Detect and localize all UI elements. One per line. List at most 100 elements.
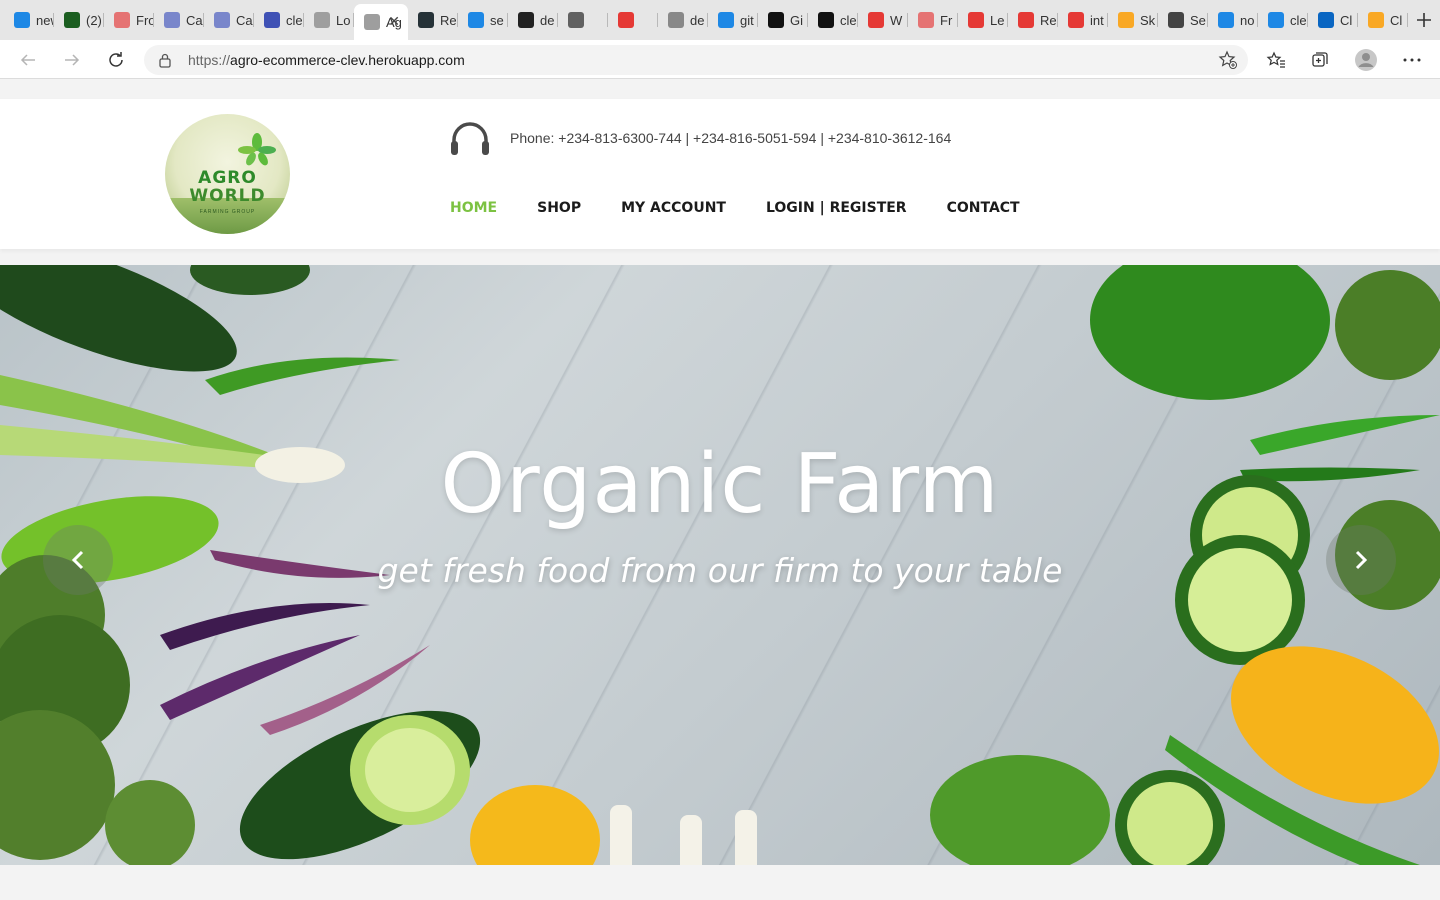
chat-icon	[568, 12, 584, 28]
tab-title: W	[890, 12, 903, 28]
browser-tab[interactable]	[558, 4, 608, 36]
browser-tab[interactable]: Ca	[204, 4, 254, 36]
hero-title: Organic Farm	[440, 437, 1000, 532]
browser-tab[interactable]: se	[458, 4, 508, 36]
collections-button[interactable]	[1307, 47, 1333, 73]
url-host: agro-ecommerce-clev.herokuapp.com	[230, 52, 465, 68]
nav-contact[interactable]: CONTACT	[947, 200, 1020, 216]
github-icon	[818, 12, 834, 28]
page-icon	[314, 12, 330, 28]
refresh-icon	[109, 52, 123, 67]
browser-tab[interactable]: Fr	[908, 4, 958, 36]
docs-icon	[264, 12, 280, 28]
page-icon	[364, 14, 380, 30]
add-favorite-icon[interactable]	[1218, 50, 1238, 70]
agro-world-logo[interactable]: AGRO WORLD FARMING GROUP	[165, 114, 290, 234]
arrow-left-icon	[20, 54, 35, 66]
browser-tab[interactable]	[608, 4, 658, 36]
browser-tab[interactable]: W	[858, 4, 908, 36]
favorites-list-icon	[1266, 51, 1285, 68]
browser-tab[interactable]: Cl	[1358, 4, 1408, 36]
tab-title: (2)	[86, 12, 102, 28]
arrow-right-icon	[65, 54, 80, 66]
bing-icon	[718, 12, 734, 28]
nav-home[interactable]: HOME	[450, 200, 497, 216]
phone-numbers: Phone: +234-813-6300-744 | +234-816-5051…	[510, 130, 952, 146]
plus-icon	[1417, 13, 1431, 27]
close-tab-icon[interactable]: ✕	[388, 13, 400, 30]
youtube-icon	[1018, 12, 1034, 28]
browser-tab[interactable]: Se	[1158, 4, 1208, 36]
bing-icon	[14, 12, 30, 28]
browser-tab[interactable]: Lo	[304, 4, 354, 36]
bing-icon	[1268, 12, 1284, 28]
browser-tab[interactable]: (2)	[54, 4, 104, 36]
browser-tab[interactable]: git	[708, 4, 758, 36]
devto-icon	[518, 12, 534, 28]
youtube-icon	[1068, 12, 1084, 28]
browser-tab[interactable]: Re	[1008, 4, 1058, 36]
leaf-icon	[238, 133, 276, 166]
tab-title: int	[1090, 12, 1104, 28]
gmail-icon	[114, 12, 130, 28]
nav-shop[interactable]: SHOP	[537, 200, 581, 216]
browser-tab-strip: new (2) Fro Ca Ca cle LoAg✕ Re se de de git Gi cle W Fr…	[0, 0, 1440, 40]
browser-tab[interactable]: new	[4, 4, 54, 36]
browser-tab[interactable]: no	[1208, 4, 1258, 36]
back-button[interactable]	[15, 47, 41, 73]
favorites-button[interactable]	[1263, 47, 1289, 73]
nav-login-register[interactable]: LOGIN | REGISTER	[766, 200, 907, 216]
browser-tab[interactable]: cle	[808, 4, 858, 36]
slider-prev-button[interactable]	[43, 525, 113, 595]
tab-title: se	[490, 12, 504, 28]
browser-tab[interactable]: cle	[1258, 4, 1308, 36]
logo-tagline: FARMING GROUP	[199, 209, 256, 215]
browser-tab[interactable]: Cl	[1308, 4, 1358, 36]
browser-tab[interactable]: Ag ✕	[354, 4, 408, 40]
browser-tab[interactable]: Ca	[154, 4, 204, 36]
chart-icon	[1368, 12, 1384, 28]
browser-tab[interactable]: de	[658, 4, 708, 36]
tab-title: Fr	[940, 12, 953, 28]
hero-subtitle: get fresh food from our firm to your tab…	[377, 551, 1063, 590]
logo-text-world: WORLD	[189, 186, 266, 206]
tab-title: de	[540, 12, 555, 28]
profile-button[interactable]	[1353, 47, 1379, 73]
react-icon	[418, 12, 434, 28]
tab-title: Lo	[336, 12, 351, 28]
url-protocol: https://	[188, 52, 231, 68]
settings-menu-button[interactable]	[1399, 47, 1425, 73]
browser-tab[interactable]: Fro	[104, 4, 154, 36]
notion-n-icon	[64, 12, 80, 28]
more-dots-icon	[1403, 58, 1421, 62]
browser-tab[interactable]: Re	[408, 4, 458, 36]
gmail-icon	[918, 12, 934, 28]
new-tab-button[interactable]	[1408, 4, 1440, 36]
slider-next-button[interactable]	[1326, 525, 1396, 595]
docs-icon	[164, 12, 180, 28]
reload-button[interactable]	[103, 47, 129, 73]
browser-tab[interactable]: Gi	[758, 4, 808, 36]
tab-title: Cl	[1340, 12, 1353, 28]
browser-tab[interactable]: Sk	[1108, 4, 1158, 36]
linkedin-icon	[1318, 12, 1334, 28]
browser-tab[interactable]: cle	[254, 4, 304, 36]
tab-title: cle	[1290, 12, 1307, 28]
forward-button[interactable]	[59, 47, 85, 73]
lock-icon[interactable]	[158, 52, 172, 68]
browser-tab[interactable]: int	[1058, 4, 1108, 36]
tab-title: Ca	[236, 12, 253, 28]
address-bar[interactable]: https://agro-ecommerce-clev.herokuapp.co…	[144, 45, 1248, 75]
browser-tab[interactable]: de	[508, 4, 558, 36]
nav-my-account[interactable]: MY ACCOUNT	[621, 200, 726, 216]
gear-icon	[1168, 12, 1184, 28]
tab-title: new	[36, 12, 54, 28]
tab-title: Cl	[1390, 12, 1403, 28]
youtube-icon	[868, 12, 884, 28]
url-text[interactable]: https://agro-ecommerce-clev.herokuapp.co…	[188, 52, 465, 68]
tab-title: Se	[1190, 12, 1206, 28]
tab-title: Le	[990, 12, 1005, 28]
bing-icon	[1218, 12, 1234, 28]
chevron-right-icon	[1355, 550, 1368, 570]
browser-tab[interactable]: Le	[958, 4, 1008, 36]
